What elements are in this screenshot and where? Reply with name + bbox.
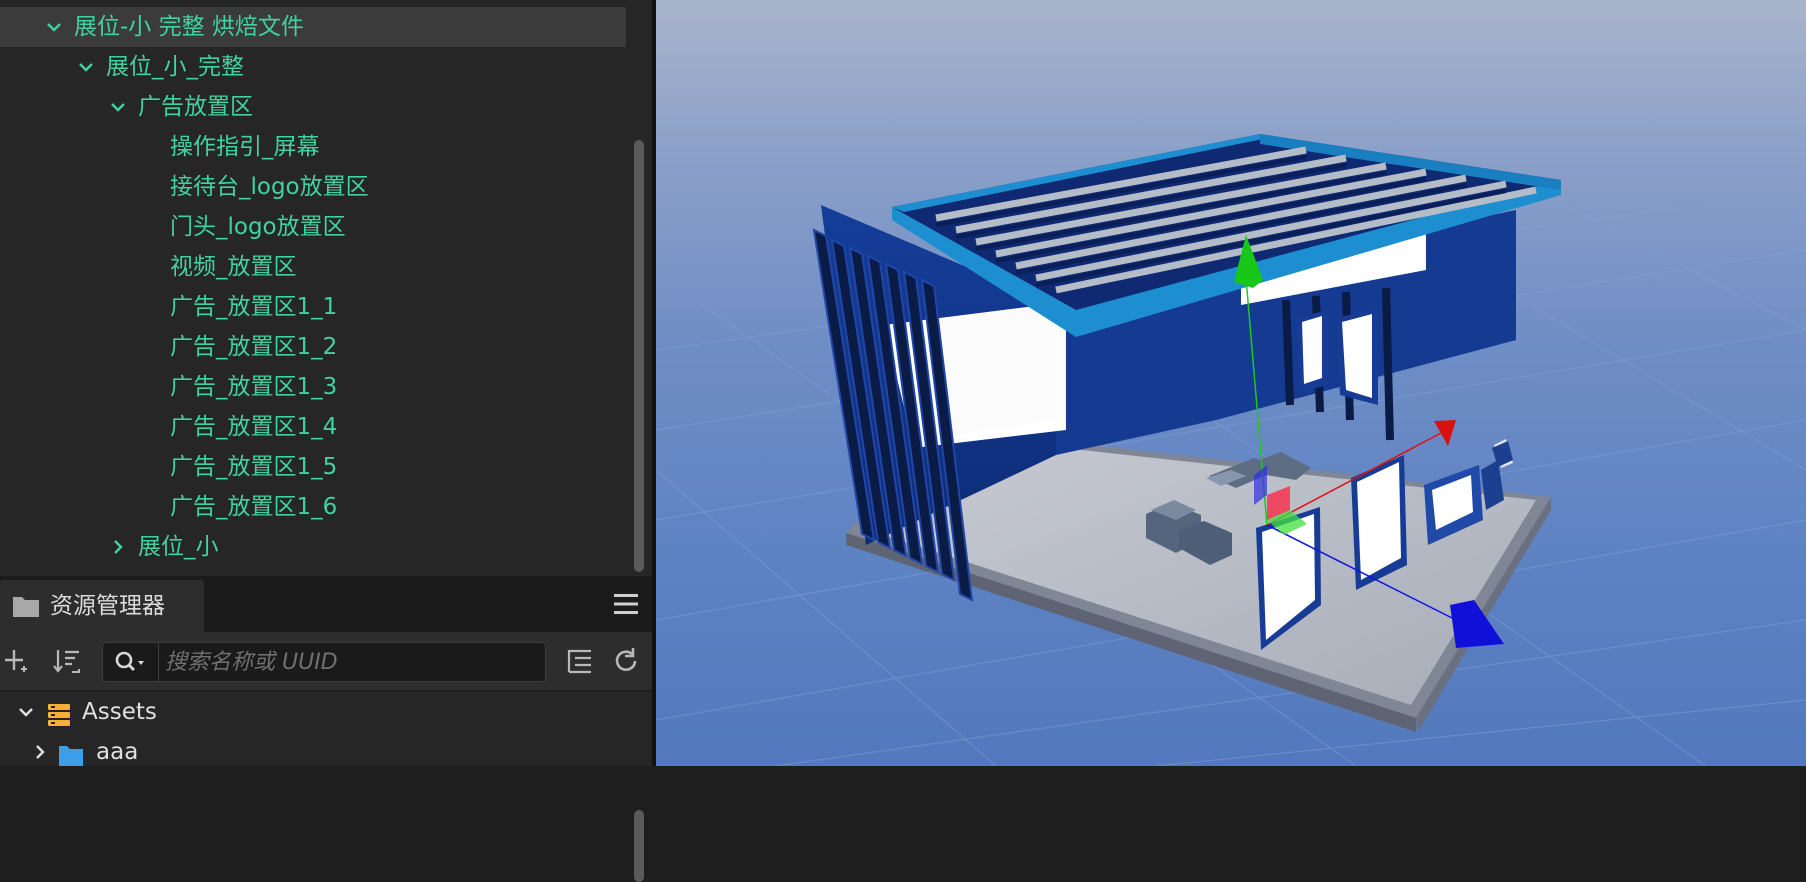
folder-icon	[58, 740, 84, 766]
scene-viewport[interactable]	[656, 0, 1806, 766]
hierarchy-item-label: 广告_放置区1_5	[170, 454, 338, 480]
hierarchy-item-label: 广告放置区	[138, 94, 253, 120]
hierarchy-item[interactable]: 视频_放置区	[0, 247, 626, 287]
database-icon	[46, 700, 72, 726]
hamburger-menu-icon[interactable]	[612, 592, 640, 616]
hierarchy-item[interactable]: 展位-小 完整 烘焙文件	[0, 7, 626, 47]
tree-item-aaa[interactable]: aaa	[0, 732, 620, 772]
search-box	[102, 642, 546, 682]
assets-scrollbar-thumb[interactable]	[634, 810, 644, 882]
x-axis-arrow-icon[interactable]	[1434, 420, 1456, 446]
search-input[interactable]	[165, 643, 535, 681]
chevron-right-icon[interactable]	[106, 527, 130, 567]
chevron-down-icon[interactable]	[42, 7, 66, 47]
search-icon[interactable]	[103, 643, 159, 681]
hierarchy-item[interactable]: 广告放置区	[0, 87, 626, 127]
hierarchy-item-label: 展位-小 完整 烘焙文件	[74, 14, 304, 40]
sort-icon[interactable]	[52, 646, 82, 676]
hierarchy-item-label: 广告_放置区1_3	[170, 374, 338, 400]
scene-render	[656, 134, 1806, 766]
hierarchy-item[interactable]: 广告_放置区1_4	[0, 407, 626, 447]
hierarchy-scrollbar-thumb[interactable]	[634, 140, 644, 572]
tree-collapse-icon[interactable]	[565, 646, 595, 676]
hierarchy-item-label: 接待台_logo放置区	[170, 174, 369, 200]
hierarchy-item-label: 视频_放置区	[170, 254, 297, 280]
assets-tab-label: 资源管理器	[50, 593, 165, 619]
assets-panel-header: 资源管理器	[0, 576, 652, 632]
hierarchy-item[interactable]: 操作指引_屏幕	[0, 127, 626, 167]
hierarchy-item[interactable]: 展位_小_完整	[0, 47, 626, 87]
hierarchy-item[interactable]: 广告_放置区1_6	[0, 487, 626, 527]
hierarchy-item-label: 广告_放置区1_4	[170, 414, 338, 440]
hierarchy-item[interactable]: 广告_放置区1_2	[0, 327, 626, 367]
refresh-icon[interactable]	[611, 646, 641, 676]
chevron-down-icon[interactable]	[74, 47, 98, 87]
hierarchy-item-label: 操作指引_屏幕	[170, 134, 320, 160]
hierarchy-item-label: 广告_放置区1_6	[170, 494, 338, 520]
left-dock: 展位-小 完整 烘焙文件展位_小_完整广告放置区操作指引_屏幕接待台_logo放…	[0, 0, 652, 882]
chevron-down-icon[interactable]	[14, 692, 38, 732]
assets-tree: Assets aaa	[0, 692, 652, 882]
hierarchy-item-label: 门头_logo放置区	[170, 214, 346, 240]
chevron-right-icon[interactable]	[28, 732, 52, 772]
hierarchy-item[interactable]: 广告_放置区1_3	[0, 367, 626, 407]
z-axis-arrow-icon[interactable]	[1450, 600, 1504, 648]
hierarchy-item[interactable]: 广告_放置区1_5	[0, 447, 626, 487]
assets-panel: 资源管理器 搜索名称或 UUID Assets aaa	[0, 576, 652, 882]
hierarchy-item-label: 广告_放置区1_1	[170, 294, 338, 320]
tree-item-assets[interactable]: Assets	[0, 692, 620, 732]
folder-icon	[12, 594, 40, 618]
hierarchy-item[interactable]: 广告_放置区1_1	[0, 287, 626, 327]
tree-item-label: aaa	[96, 739, 139, 765]
hierarchy-item-label: 广告_放置区1_2	[170, 334, 338, 360]
tab-assets-manager[interactable]: 资源管理器	[0, 580, 204, 632]
tree-item-label: Assets	[82, 699, 157, 725]
assets-toolbar	[0, 632, 652, 692]
hierarchy-item-label: 展位_小	[138, 534, 219, 560]
hierarchy-item[interactable]: 门头_logo放置区	[0, 207, 626, 247]
hierarchy-item[interactable]: 接待台_logo放置区	[0, 167, 626, 207]
hierarchy-panel: 展位-小 完整 烘焙文件展位_小_完整广告放置区操作指引_屏幕接待台_logo放…	[0, 0, 652, 576]
hierarchy-item-label: 展位_小_完整	[106, 54, 244, 80]
plus-icon[interactable]	[2, 646, 32, 676]
hierarchy-item[interactable]: 展位_小	[0, 527, 626, 567]
chevron-down-icon[interactable]	[106, 87, 130, 127]
